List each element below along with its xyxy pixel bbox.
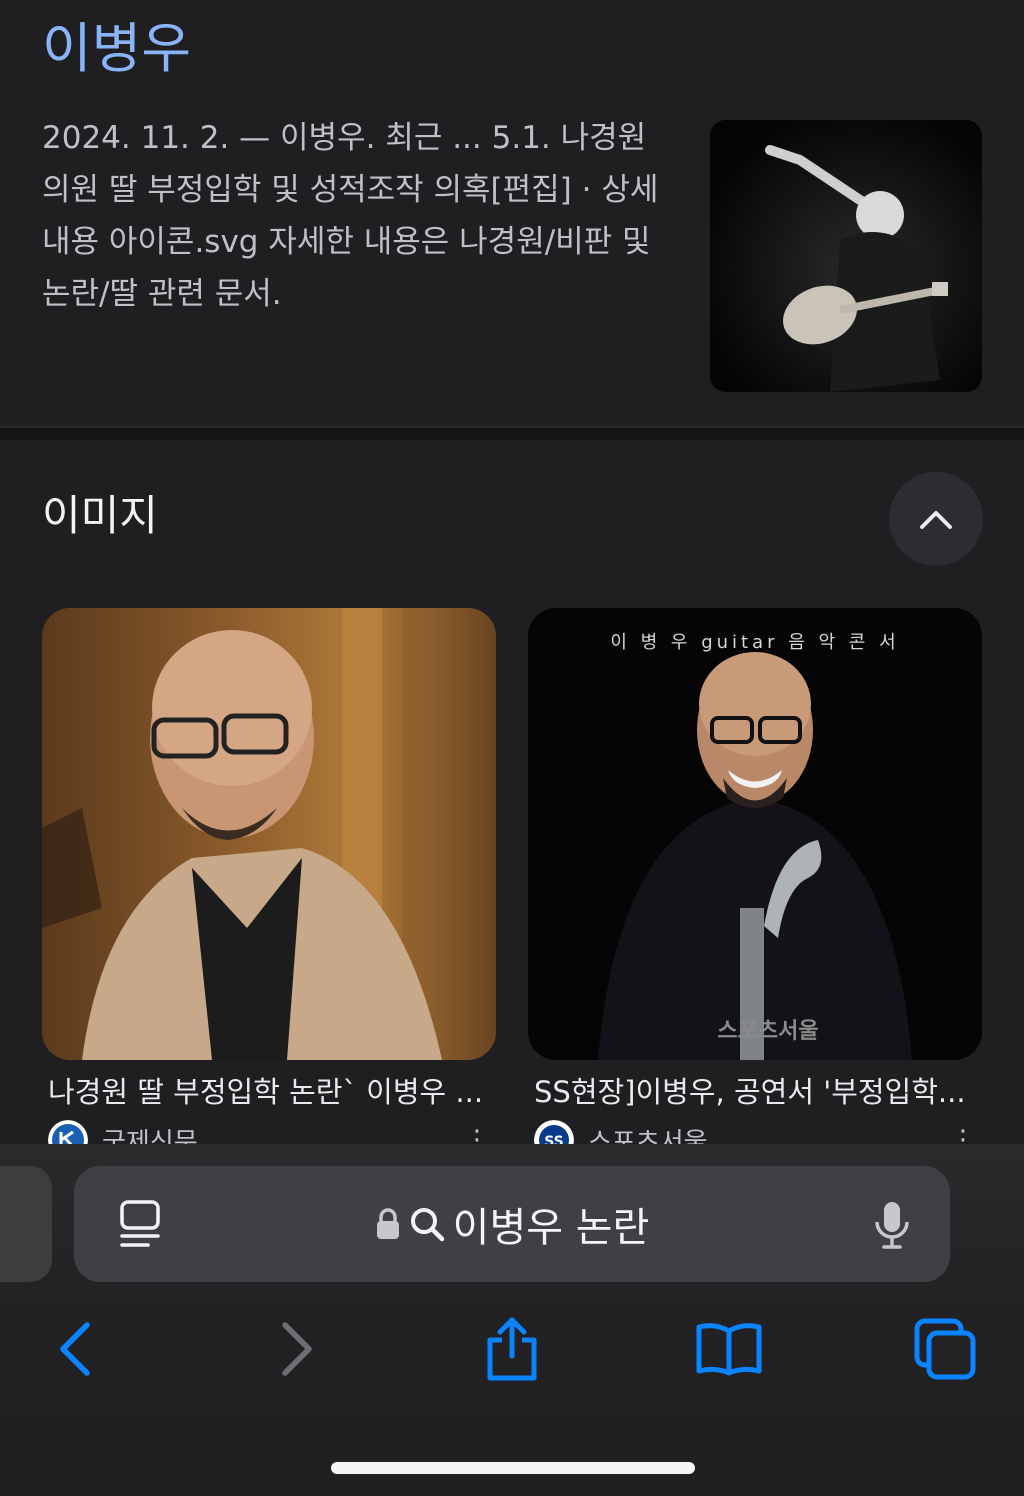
tabs-button[interactable] — [910, 1314, 980, 1384]
image-card-1[interactable]: 나경원 딸 부정입학 논란` 이병우 ... 국제신문 ⋮ — [42, 608, 496, 1160]
image-card-2[interactable]: 이 병 우 guitar 음 악 콘 서 스포츠서울 SS현장]이병우, 공연서… — [528, 608, 982, 1160]
section-divider — [0, 426, 1024, 440]
browser-page: 이병우 2024. 11. 2. — 이병우. 최근 ... 5.1. 나경원 … — [0, 0, 1024, 1496]
photo-header-text: 이 병 우 guitar 음 악 콘 서 — [610, 632, 899, 653]
address-content: 이병우 논란 — [74, 1166, 950, 1282]
previous-tab-preview[interactable] — [0, 1166, 52, 1282]
result-thumbnail[interactable] — [710, 120, 982, 392]
search-result: 이병우 2024. 11. 2. — 이병우. 최근 ... 5.1. 나경원 … — [0, 0, 1024, 426]
search-query-text: 이병우 논란 — [452, 1205, 650, 1251]
search-icon — [410, 1208, 444, 1242]
book-icon — [696, 1323, 762, 1376]
forward-button[interactable] — [262, 1314, 332, 1384]
chevron-up-icon — [920, 511, 952, 529]
image-caption-1[interactable]: 나경원 딸 부정입학 논란` 이병우 ... — [42, 1070, 496, 1114]
man-with-guitar-photo: 이 병 우 guitar 음 악 콘 서 스포츠서울 — [528, 608, 982, 1060]
watermark-text: 스포츠서울 — [717, 1019, 818, 1044]
browser-toolbar: 이병우 논란 — [0, 1144, 1024, 1496]
chevron-left-icon — [60, 1322, 90, 1376]
man-in-beige-jacket-photo — [42, 608, 496, 1060]
back-button[interactable] — [40, 1314, 110, 1384]
microphone-icon[interactable] — [874, 1200, 910, 1250]
address-bar[interactable]: 이병우 논란 — [74, 1166, 950, 1282]
home-indicator[interactable] — [331, 1462, 695, 1474]
share-button[interactable] — [477, 1314, 547, 1384]
image-result-1[interactable] — [42, 608, 496, 1060]
image-result-2[interactable]: 이 병 우 guitar 음 악 콘 서 스포츠서울 — [528, 608, 982, 1060]
bookmarks-button[interactable] — [694, 1314, 764, 1384]
image-caption-2[interactable]: SS현장]이병우, 공연서 '부정입학... — [528, 1070, 982, 1114]
chevron-right-icon — [282, 1322, 312, 1376]
lock-icon — [376, 1208, 399, 1239]
navigation-bar — [0, 1314, 1024, 1384]
images-heading: 이미지 — [42, 491, 158, 540]
collapse-button[interactable] — [889, 472, 983, 566]
images-section: 이미지 나경원 딸 부정입학 논란` 이병우 ... 국제신문 ⋮ 이 병 우 … — [0, 440, 1024, 1160]
guitarist-photo — [710, 120, 982, 392]
result-title-link[interactable]: 이병우 — [42, 14, 191, 84]
share-icon — [487, 1317, 537, 1381]
result-snippet: 2024. 11. 2. — 이병우. 최근 ... 5.1. 나경원 의원 딸… — [42, 120, 659, 312]
tabs-icon — [914, 1318, 976, 1380]
